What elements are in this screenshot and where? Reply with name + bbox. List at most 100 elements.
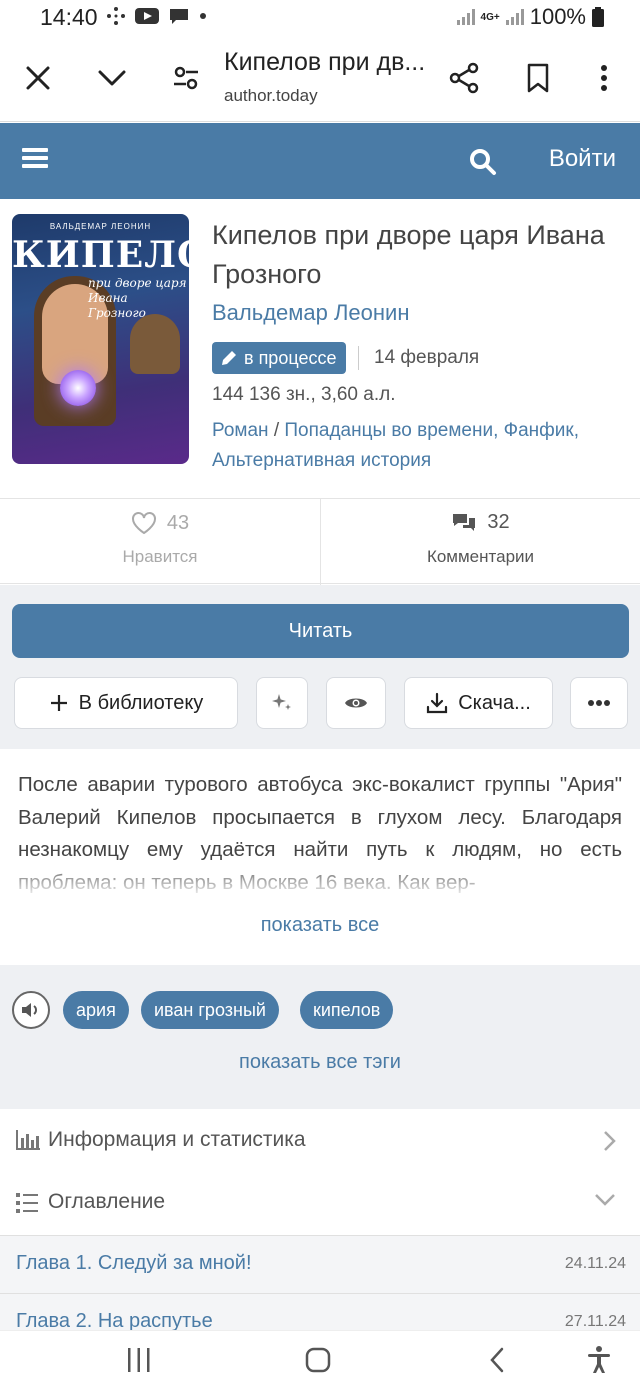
speaker-icon xyxy=(22,1003,37,1017)
library-label: В библиотеку xyxy=(78,691,204,714)
tag-aria[interactable]: ария xyxy=(63,991,129,1029)
tune-icon xyxy=(174,66,198,90)
dot-icon xyxy=(200,13,206,19)
search-button[interactable] xyxy=(468,147,498,177)
close-tab-button[interactable] xyxy=(16,56,60,100)
sparkles-icon xyxy=(272,694,291,710)
chat-notification-icon xyxy=(170,9,188,24)
browser-toolbar: Кипелов при дв... author.today xyxy=(0,36,640,122)
chapter-row[interactable]: Глава 1. Следуй за мной! 24.11.24 xyxy=(0,1235,640,1293)
comments-button[interactable]: 32 Комментарии xyxy=(320,499,640,585)
system-nav-bar xyxy=(0,1330,640,1388)
network-type: 4G+ xyxy=(480,11,500,23)
pencil-icon xyxy=(222,351,236,365)
genres: Роман / Попаданцы во времени, Фанфик, Ал… xyxy=(212,420,580,471)
like-button[interactable]: 43 Нравится xyxy=(0,499,320,585)
browser-menu-button[interactable] xyxy=(582,56,626,100)
plus-icon xyxy=(50,695,67,711)
cover-subtitle-line2: Ивана Грозного xyxy=(88,291,146,320)
search-icon xyxy=(470,149,496,175)
battery-icon xyxy=(592,7,604,27)
annotation-section: После аварии турового автобуса экс-вокал… xyxy=(0,749,640,965)
cover-title: КИПЕЛОВ xyxy=(12,234,189,276)
status-time: 14:40 xyxy=(40,4,98,30)
stats-bar: 43 Нравится 32 Комментарии xyxy=(0,498,640,585)
show-all-tags-link[interactable]: показать все тэги xyxy=(0,1051,640,1074)
book-size: 144 136 зн., 3,60 а.л. xyxy=(212,384,396,405)
status-label: в процессе xyxy=(244,347,337,368)
genre-primary-link[interactable]: Роман xyxy=(212,420,269,441)
book-title: Кипелов при дворе царя Ивана Грозного xyxy=(212,220,605,289)
likes-label: Нравится xyxy=(122,547,198,566)
login-link[interactable]: Войти xyxy=(549,145,616,173)
heart-icon xyxy=(131,512,156,535)
download-label: Скача... xyxy=(458,691,531,714)
actions-panel: Читать В библиотеку Скача... xyxy=(0,585,640,749)
home-icon xyxy=(305,1347,331,1373)
comments-label: Комментарии xyxy=(426,547,535,566)
page-url[interactable]: author.today xyxy=(224,86,318,106)
site-settings-button[interactable] xyxy=(164,56,208,100)
accessibility-button[interactable] xyxy=(584,1345,614,1375)
toc-section[interactable]: Оглавление xyxy=(0,1172,640,1234)
home-button[interactable] xyxy=(303,1345,333,1375)
chevron-right-icon xyxy=(604,1131,616,1151)
list-icon xyxy=(16,1193,38,1213)
eye-icon xyxy=(345,698,367,708)
download-button[interactable]: Скача... xyxy=(404,677,553,729)
sparkle-notification-icon xyxy=(107,7,125,25)
signal-icon xyxy=(456,9,475,25)
share-button[interactable] xyxy=(442,56,486,100)
watch-button[interactable] xyxy=(326,677,386,729)
cover-author: ВАЛЬДЕМАР ЛЕОНИН xyxy=(49,222,152,231)
chapter-date: 24.11.24 xyxy=(564,1255,626,1272)
comments-count: 32 xyxy=(487,511,510,533)
book-author-link[interactable]: Вальдемар Леонин xyxy=(212,300,409,326)
more-vertical-icon xyxy=(601,65,607,91)
toc-label: Оглавление xyxy=(48,1190,166,1213)
more-actions-button[interactable] xyxy=(570,677,628,729)
status-badge: в процессе xyxy=(212,342,347,374)
battery-percent: 100% xyxy=(529,4,586,29)
recents-button[interactable] xyxy=(124,1345,154,1375)
cover-subtitle-line1: при дворе царя xyxy=(88,276,187,290)
page-title: Кипелов при дв... xyxy=(224,48,426,76)
add-to-library-button[interactable]: В библиотеку xyxy=(14,677,238,729)
status-bar: 14:40 4G+ 100% xyxy=(0,0,640,36)
notification-icons xyxy=(106,6,208,26)
bookmark-icon xyxy=(527,63,549,93)
book-date: 14 февраля xyxy=(374,347,480,368)
back-icon xyxy=(490,1347,504,1373)
likes-count: 43 xyxy=(166,511,190,534)
chapter-title: Глава 1. Следуй за мной! xyxy=(16,1252,252,1274)
back-button[interactable] xyxy=(482,1345,512,1375)
hamburger-menu-button[interactable] xyxy=(22,148,48,174)
site-header: Войти xyxy=(0,123,640,199)
download-icon xyxy=(427,692,448,714)
youtube-icon xyxy=(135,8,159,24)
tag-ivan-grozny[interactable]: иван грозный xyxy=(141,991,279,1029)
tag-kipelov[interactable]: кипелов xyxy=(300,991,394,1029)
chapter-date: 27.11.24 xyxy=(564,1313,626,1330)
info-stats-label: Информация и статистика xyxy=(48,1128,306,1151)
bookmark-button[interactable] xyxy=(516,56,560,100)
comments-icon xyxy=(453,513,476,531)
cover-subtitle: при дворе царя Ивана Грозного xyxy=(88,276,189,321)
share-icon xyxy=(449,62,479,94)
signal-icon-2 xyxy=(505,9,524,25)
ai-button[interactable] xyxy=(256,677,308,729)
accessibility-icon xyxy=(588,1346,610,1373)
chevron-down-icon xyxy=(595,1194,615,1206)
read-button[interactable]: Читать xyxy=(12,604,629,658)
info-stats-section[interactable]: Информация и статистика xyxy=(0,1110,640,1172)
more-horizontal-icon xyxy=(588,700,610,706)
chevron-down-icon xyxy=(98,70,126,86)
minimize-button[interactable] xyxy=(90,56,134,100)
audio-button[interactable] xyxy=(12,991,50,1029)
recents-icon xyxy=(128,1348,150,1372)
bar-chart-icon xyxy=(16,1130,40,1150)
show-all-link[interactable]: показать все xyxy=(0,914,640,937)
tags-section: ария иван грозный кипелов показать все т… xyxy=(0,965,640,1109)
book-cover[interactable]: ВАЛЬДЕМАР ЛЕОНИН КИПЕЛОВ при дворе царя … xyxy=(12,214,189,464)
close-icon xyxy=(26,66,50,90)
